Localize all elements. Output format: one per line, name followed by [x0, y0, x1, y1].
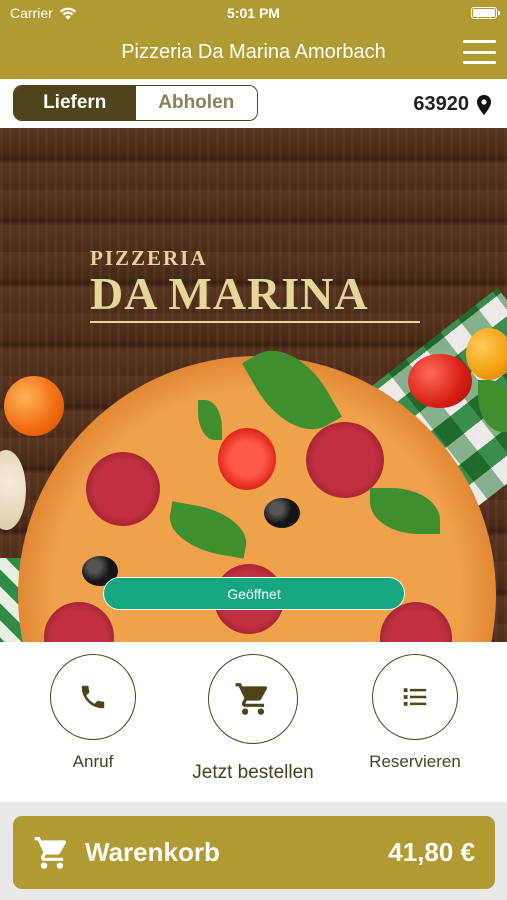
delivery-option-abholen[interactable]: Abholen — [135, 86, 257, 120]
cart-button[interactable]: Warenkorb 41,80 € — [13, 816, 495, 889]
location-selector[interactable]: 63920 — [413, 93, 491, 116]
clock: 5:01 PM — [227, 5, 280, 21]
delivery-mode-toggle: Liefern Abholen — [13, 85, 258, 121]
bottom-bar: Warenkorb 41,80 € — [0, 802, 507, 900]
battery-icon — [471, 7, 500, 19]
order-circle[interactable] — [208, 654, 298, 744]
reserve-circle[interactable] — [372, 654, 458, 740]
hero-banner: PIZZERIA DA MARINA Geöffnet — [0, 128, 507, 642]
nav-bar: Pizzeria Da Marina Amorbach — [0, 26, 507, 79]
delivery-option-liefern[interactable]: Liefern — [14, 86, 136, 120]
reserve-button[interactable]: Reservieren — [369, 654, 461, 772]
delivery-bar: Liefern Abholen 63920 — [0, 79, 507, 128]
order-now-label: Jetzt bestellen — [192, 762, 314, 783]
phone-icon — [81, 685, 105, 709]
cart-label: Warenkorb — [85, 837, 220, 867]
call-label: Anruf — [72, 752, 114, 771]
brand-logo: PIZZERIA DA MARINA — [90, 246, 420, 323]
call-button[interactable]: Anruf — [50, 654, 136, 772]
hamburger-menu-icon[interactable] — [463, 40, 496, 64]
call-circle[interactable] — [50, 654, 136, 740]
cart-total: 41,80 € — [388, 837, 475, 867]
page-title: Pizzeria Da Marina Amorbach — [121, 41, 386, 63]
quick-actions: Anruf Jetzt bestellen Reservieren — [0, 642, 507, 802]
cart-icon — [235, 683, 268, 715]
order-now-button[interactable]: Jetzt bestellen — [192, 654, 314, 784]
map-pin-icon — [477, 94, 491, 115]
list-icon — [403, 688, 427, 706]
opening-status-badge: Geöffnet — [103, 577, 405, 610]
zip-code: 63920 — [413, 93, 469, 115]
reserve-label: Reservieren — [369, 752, 461, 771]
shopping-cart-icon — [34, 836, 67, 869]
status-bar: Carrier 5:01 PM — [0, 0, 507, 26]
